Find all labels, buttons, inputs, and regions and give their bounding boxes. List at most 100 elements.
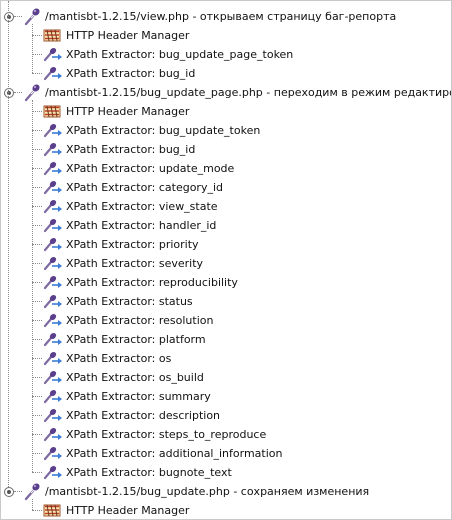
element-label: XPath Extractor: status — [66, 295, 193, 308]
tree-guide-line — [32, 111, 42, 112]
xpath-extractor-icon — [43, 332, 62, 347]
tree-node-xpath-extractor[interactable]: XPath Extractor: reproducibility — [1, 273, 451, 292]
tree-guide-line — [32, 35, 42, 36]
tree-guide-line — [32, 358, 42, 359]
tree-node-xpath-extractor[interactable]: XPath Extractor: handler_id — [1, 216, 451, 235]
element-label: XPath Extractor: update_mode — [66, 162, 235, 175]
header-manager-icon — [43, 29, 61, 42]
element-label: XPath Extractor: bug_update_page_token — [66, 48, 294, 61]
xpath-extractor-icon — [43, 370, 62, 385]
xpath-extractor-icon — [43, 199, 62, 214]
tree-guide-line — [32, 263, 42, 264]
tree-node-header-manager[interactable]: HTTP Header Manager — [1, 102, 451, 121]
xpath-extractor-icon — [43, 161, 62, 176]
tree-guide-line — [8, 1, 9, 487]
element-label: XPath Extractor: resolution — [66, 314, 214, 327]
test-plan-tree: /mantisbt-1.2.15/view.php - открываем ст… — [0, 0, 452, 520]
xpath-extractor-icon — [43, 256, 62, 271]
tree-node-xpath-extractor[interactable]: XPath Extractor: severity — [1, 254, 451, 273]
xpath-extractor-icon — [43, 218, 62, 233]
expand-toggle-icon[interactable] — [4, 88, 14, 98]
xpath-extractor-icon — [43, 294, 62, 309]
tree-node-xpath-extractor[interactable]: XPath Extractor: bugnote_text — [1, 463, 451, 482]
tree-node-xpath-extractor[interactable]: XPath Extractor: summary — [1, 387, 451, 406]
tree-node-http-sampler[interactable]: /mantisbt-1.2.15/view.php - открываем ст… — [1, 7, 451, 26]
tree-guide-line — [32, 24, 33, 73]
xpath-extractor-icon — [43, 142, 62, 157]
expand-toggle-icon[interactable] — [4, 487, 14, 497]
element-label: XPath Extractor: additional_information — [66, 447, 283, 460]
xpath-extractor-icon — [43, 275, 62, 290]
xpath-extractor-icon — [43, 180, 62, 195]
element-label: HTTP Header Manager — [66, 504, 190, 517]
tree-guide-line — [32, 510, 42, 511]
tree-guide-line — [32, 339, 42, 340]
sampler-label: /mantisbt-1.2.15/bug_update_page.php - п… — [45, 86, 452, 99]
tree-node-xpath-extractor[interactable]: XPath Extractor: platform — [1, 330, 451, 349]
tree-node-xpath-extractor[interactable]: XPath Extractor: category_id — [1, 178, 451, 197]
tree-node-xpath-extractor[interactable]: XPath Extractor: view_state — [1, 197, 451, 216]
xpath-extractor-icon — [43, 389, 62, 404]
tree-guide-line — [32, 282, 42, 283]
tree-guide-line — [14, 491, 22, 492]
tree-guide-line — [32, 244, 42, 245]
tree-node-xpath-extractor[interactable]: XPath Extractor: update_mode — [1, 159, 451, 178]
tree-guide-line — [32, 472, 42, 473]
tree-node-xpath-extractor[interactable]: XPath Extractor: bug_update_page_token — [1, 45, 451, 64]
tree-node-header-manager[interactable]: HTTP Header Manager — [1, 26, 451, 45]
xpath-extractor-icon — [43, 47, 62, 62]
element-label: XPath Extractor: steps_to_reproduce — [66, 428, 267, 441]
xpath-extractor-icon — [43, 408, 62, 423]
xpath-extractor-icon — [43, 351, 62, 366]
tree-node-xpath-extractor[interactable]: XPath Extractor: priority — [1, 235, 451, 254]
element-label: XPath Extractor: summary — [66, 390, 211, 403]
element-label: XPath Extractor: category_id — [66, 181, 224, 194]
element-label: HTTP Header Manager — [66, 105, 190, 118]
expand-toggle-icon[interactable] — [4, 12, 14, 22]
tree-guide-line — [32, 206, 42, 207]
header-manager-icon — [43, 504, 61, 517]
tree-guide-line — [32, 320, 42, 321]
tree-node-xpath-extractor[interactable]: XPath Extractor: bug_id — [1, 64, 451, 83]
element-label: XPath Extractor: bug_id — [66, 143, 196, 156]
element-label: XPath Extractor: description — [66, 409, 221, 422]
xpath-extractor-icon — [43, 66, 62, 81]
tree-node-xpath-extractor[interactable]: XPath Extractor: os_build — [1, 368, 451, 387]
element-label: HTTP Header Manager — [66, 29, 190, 42]
tree-guide-line — [32, 415, 42, 416]
tree-guide-line — [32, 225, 42, 226]
tree-node-xpath-extractor[interactable]: XPath Extractor: additional_information — [1, 444, 451, 463]
tree-node-xpath-extractor[interactable]: XPath Extractor: bug_update_token — [1, 121, 451, 140]
element-label: XPath Extractor: handler_id — [66, 219, 217, 232]
element-label: XPath Extractor: bug_id — [66, 67, 196, 80]
xpath-extractor-icon — [43, 123, 62, 138]
tree-guide-line — [32, 73, 42, 74]
element-label: XPath Extractor: bug_update_token — [66, 124, 261, 137]
tree-guide-line — [14, 16, 22, 17]
tree-guide-line — [32, 301, 42, 302]
element-label: XPath Extractor: os — [66, 352, 172, 365]
tree-guide-line — [32, 377, 42, 378]
tree-node-http-sampler[interactable]: /mantisbt-1.2.15/bug_update_page.php - п… — [1, 83, 452, 102]
element-label: XPath Extractor: platform — [66, 333, 206, 346]
element-label: XPath Extractor: priority — [66, 238, 199, 251]
tree-node-header-manager[interactable]: HTTP Header Manager — [1, 501, 451, 519]
tree-node-xpath-extractor[interactable]: XPath Extractor: resolution — [1, 311, 451, 330]
tree-node-xpath-extractor[interactable]: XPath Extractor: status — [1, 292, 451, 311]
xpath-extractor-icon — [43, 427, 62, 442]
tree-guide-line — [32, 54, 42, 55]
tree-guide-line — [32, 187, 42, 188]
xpath-extractor-icon — [43, 237, 62, 252]
xpath-extractor-icon — [43, 465, 62, 480]
header-manager-icon — [43, 105, 61, 118]
tree-node-xpath-extractor[interactable]: XPath Extractor: bug_id — [1, 140, 451, 159]
tree-guide-line — [32, 100, 33, 472]
tree-node-http-sampler[interactable]: /mantisbt-1.2.15/bug_update.php - сохран… — [1, 482, 451, 501]
tree-node-xpath-extractor[interactable]: XPath Extractor: description — [1, 406, 451, 425]
tree-node-xpath-extractor[interactable]: XPath Extractor: os — [1, 349, 451, 368]
tree-node-xpath-extractor[interactable]: XPath Extractor: steps_to_reproduce — [1, 425, 451, 444]
tree-guide-line — [32, 168, 42, 169]
xpath-extractor-icon — [43, 446, 62, 461]
element-label: XPath Extractor: bugnote_text — [66, 466, 232, 479]
element-label: XPath Extractor: view_state — [66, 200, 218, 213]
